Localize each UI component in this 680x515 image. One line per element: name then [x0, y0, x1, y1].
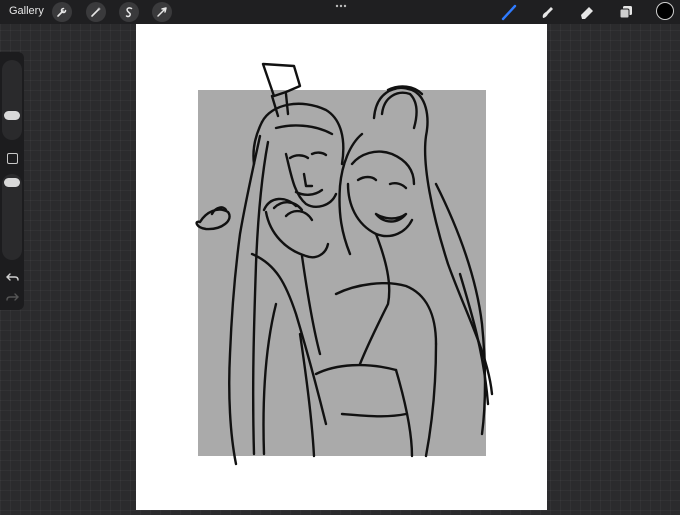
- undo-icon[interactable]: [6, 272, 19, 282]
- transform-icon[interactable]: [152, 2, 172, 22]
- redo-icon[interactable]: [6, 292, 19, 302]
- smudge-icon[interactable]: [538, 3, 556, 21]
- brush-size-slider[interactable]: [2, 60, 22, 140]
- background-rectangle: [198, 90, 486, 456]
- drawing-canvas[interactable]: [136, 24, 547, 510]
- sketch-artwork: [195, 62, 494, 466]
- eraser-icon[interactable]: [578, 3, 596, 21]
- more-options-icon[interactable]: [335, 3, 347, 9]
- wrench-icon[interactable]: [52, 2, 72, 22]
- layers-icon[interactable]: [617, 3, 635, 21]
- brush-icon[interactable]: [500, 3, 518, 21]
- color-picker-button[interactable]: [656, 2, 674, 20]
- magic-wand-icon[interactable]: [86, 2, 106, 22]
- selection-icon[interactable]: [119, 2, 139, 22]
- top-toolbar: Gallery: [0, 0, 680, 24]
- gallery-button[interactable]: Gallery: [9, 5, 44, 17]
- opacity-handle[interactable]: [4, 178, 20, 187]
- left-sidebar: [0, 52, 24, 310]
- modify-button[interactable]: [7, 153, 18, 164]
- brush-size-handle[interactable]: [4, 111, 20, 120]
